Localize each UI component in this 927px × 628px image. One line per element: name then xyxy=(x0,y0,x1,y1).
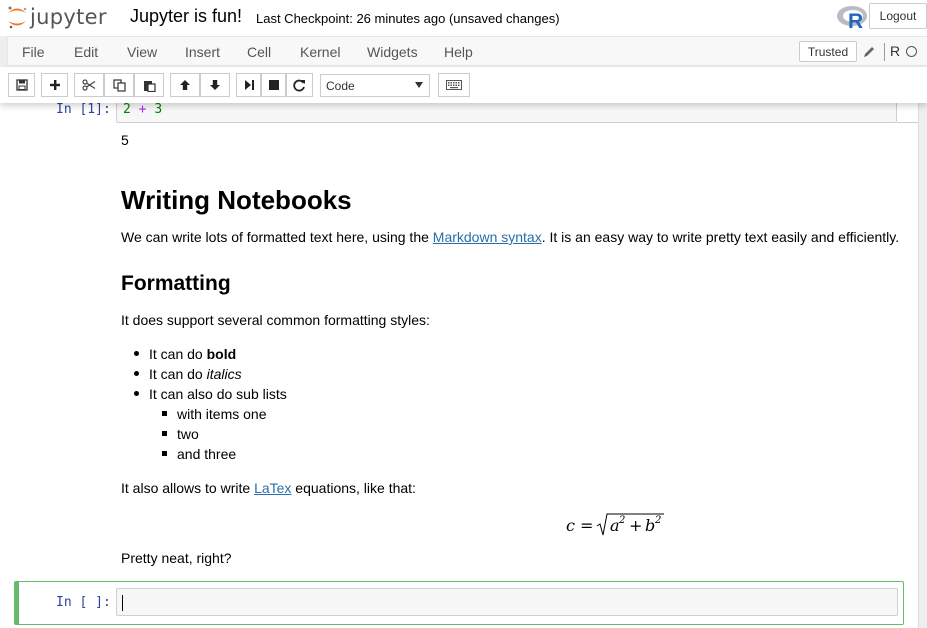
list-item: It can do bold xyxy=(149,346,236,362)
arrow-up-icon xyxy=(180,80,190,90)
code-input-area[interactable] xyxy=(116,588,898,616)
sub-list-item: two xyxy=(177,426,199,442)
bullet-icon xyxy=(134,371,139,376)
svg-text:2: 2 xyxy=(654,515,661,526)
notebook-container: In [1]: 2 + 3 5 Writing Notebooks We can… xyxy=(0,100,919,628)
sub-list-item: with items one xyxy=(177,406,267,422)
latex-link[interactable]: LaTex xyxy=(254,480,291,496)
restart-button[interactable] xyxy=(286,73,313,97)
interrupt-button[interactable] xyxy=(261,73,286,97)
copy-icon xyxy=(112,78,126,92)
text: It can do xyxy=(149,346,207,362)
text: . It is an easy way to write pretty text… xyxy=(541,229,900,245)
paragraph-closing: Pretty neat, right? xyxy=(121,550,232,566)
header: jupyter Jupyter is fun! Last Checkpoint:… xyxy=(0,0,927,36)
svg-text:R: R xyxy=(848,10,863,30)
equation-render: c = a 2 + b 2 xyxy=(566,513,664,536)
code-line: 2 + 3 xyxy=(123,102,162,117)
run-icon xyxy=(244,80,254,90)
code-input-area[interactable]: 2 + 3 xyxy=(116,100,897,123)
svg-text:b: b xyxy=(645,516,655,535)
save-button[interactable] xyxy=(8,73,35,97)
menu-cell[interactable]: Cell xyxy=(247,44,271,60)
svg-text:+: + xyxy=(629,516,642,535)
keyboard-icon xyxy=(446,80,462,90)
code-number: 3 xyxy=(154,102,163,117)
code-operator: + xyxy=(138,102,147,117)
menu-view[interactable]: View xyxy=(127,44,157,60)
heading-formatting: Formatting xyxy=(121,272,231,295)
save-icon xyxy=(15,79,28,91)
stop-icon xyxy=(268,80,279,90)
paragraph-formatting: It does support several common formattin… xyxy=(121,312,430,328)
bullet-icon xyxy=(134,391,139,396)
cell-type-value: Code xyxy=(326,78,355,93)
move-down-button[interactable] xyxy=(200,73,230,97)
text: We can write lots of formatted text here… xyxy=(121,229,433,245)
toolbar: Code xyxy=(0,67,927,103)
menu-insert[interactable]: Insert xyxy=(185,44,220,60)
r-kernel-logo-icon: R xyxy=(837,6,867,30)
kernel-separator xyxy=(884,43,885,61)
chevron-down-icon xyxy=(415,82,423,88)
italic-text: italics xyxy=(206,366,242,382)
jupyter-logo[interactable]: jupyter xyxy=(6,2,107,32)
notebook-title[interactable]: Jupyter is fun! xyxy=(130,6,242,27)
text: It also allows to write xyxy=(121,480,255,496)
bold-text: bold xyxy=(206,346,237,362)
menu-kernel[interactable]: Kernel xyxy=(300,44,340,60)
square-bullet-icon xyxy=(162,411,167,416)
plus-icon xyxy=(49,80,60,90)
logo-text: jupyter xyxy=(30,5,107,29)
list-item: It can do italics xyxy=(149,366,242,382)
svg-text:c: c xyxy=(566,516,575,535)
square-bullet-icon xyxy=(162,431,167,436)
cell-right-gutter xyxy=(897,100,918,123)
logout-button[interactable]: Logout xyxy=(869,3,927,29)
cell-output: 5 xyxy=(121,132,129,148)
insert-cell-button[interactable] xyxy=(41,73,68,97)
square-bullet-icon xyxy=(162,451,167,456)
paste-icon xyxy=(143,80,156,92)
menu-widgets[interactable]: Widgets xyxy=(367,44,418,60)
pencil-icon[interactable] xyxy=(862,45,876,59)
paragraph-latex: It also allows to write LaTex equations,… xyxy=(121,480,416,496)
text: It can do xyxy=(149,366,207,382)
sub-list-item: and three xyxy=(177,446,237,462)
menu-edit[interactable]: Edit xyxy=(74,44,98,60)
equation: c = a 2 + b 2 xyxy=(566,512,666,546)
heading-writing-notebooks: Writing Notebooks xyxy=(121,185,352,215)
trusted-indicator[interactable]: Trusted xyxy=(799,41,857,62)
menubar: File Edit View Insert Cell Kernel Widget… xyxy=(7,36,927,66)
selected-code-cell[interactable]: In [ ]: xyxy=(14,581,904,625)
list-item: It can also do sub lists xyxy=(149,386,287,402)
input-prompt: In [ ]: xyxy=(56,595,111,610)
cut-button[interactable] xyxy=(74,73,104,97)
text-cursor xyxy=(122,595,123,611)
svg-text:2: 2 xyxy=(618,515,625,526)
input-prompt: In [1]: xyxy=(56,102,111,117)
copy-button[interactable] xyxy=(104,73,134,97)
kernel-idle-indicator-icon xyxy=(906,46,917,57)
command-palette-button[interactable] xyxy=(438,73,470,97)
menu-help[interactable]: Help xyxy=(444,44,473,60)
kernel-name: R xyxy=(890,43,901,59)
cut-icon xyxy=(82,79,96,91)
svg-text:=: = xyxy=(580,516,593,535)
bullet-icon xyxy=(134,351,139,356)
paste-button[interactable] xyxy=(134,73,164,97)
run-button[interactable] xyxy=(236,73,261,97)
checkpoint-status: Last Checkpoint: 26 minutes ago (unsaved… xyxy=(256,11,560,26)
move-up-button[interactable] xyxy=(170,73,200,97)
text: equations, like that: xyxy=(291,480,416,496)
code-number: 2 xyxy=(123,102,131,117)
menu-file[interactable]: File xyxy=(22,44,45,60)
jupyter-logo-icon xyxy=(8,6,27,29)
restart-icon xyxy=(293,79,305,91)
paragraph-intro: We can write lots of formatted text here… xyxy=(121,229,899,245)
cell-type-select[interactable]: Code xyxy=(320,74,430,97)
arrow-down-icon xyxy=(210,80,220,90)
markdown-syntax-link[interactable]: Markdown syntax xyxy=(433,229,542,245)
